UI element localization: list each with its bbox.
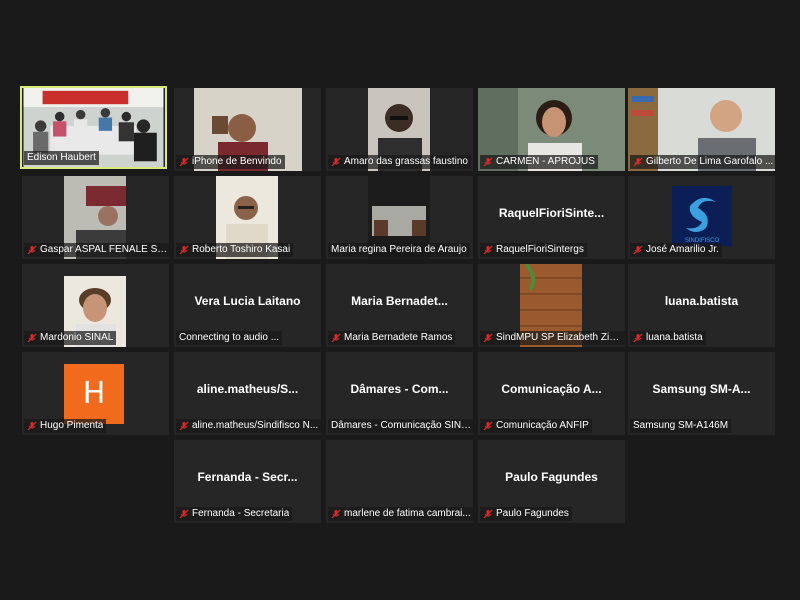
muted-mic-icon — [483, 421, 493, 431]
muted-mic-icon — [483, 157, 493, 167]
participant-name-label: Roberto Toshiro Kasai — [176, 243, 294, 257]
participant-tile[interactable]: H Hugo Pimenta — [22, 352, 169, 435]
participant-tile[interactable]: Maria Bernadet... Maria Bernadete Ramos — [326, 264, 473, 347]
participant-name-label: iPhone de Benvindo — [176, 155, 285, 169]
participant-tile[interactable]: marlene de fatima cambrai... — [326, 440, 473, 523]
participant-display-name: Maria Bernadet... — [351, 294, 448, 308]
muted-mic-icon — [179, 157, 189, 167]
participant-name-label: Edison Haubert — [24, 151, 99, 165]
muted-mic-icon — [27, 421, 37, 431]
participant-tile[interactable]: luana.batista luana.batista — [628, 264, 775, 347]
participant-name-label: Gaspar ASPAL FENALE SIN... — [24, 243, 169, 257]
participant-tile[interactable]: Dâmares - Com... Dâmares - Comunicação S… — [326, 352, 473, 435]
participant-tile[interactable]: SindMPU SP Elizabeth Zim... — [478, 264, 625, 347]
participant-name-label: SindMPU SP Elizabeth Zim... — [480, 331, 625, 345]
participant-name-label: Paulo Fagundes — [480, 507, 572, 521]
participant-tile[interactable]: CARMEN - APROJUS — [478, 88, 625, 171]
participant-name-label: Connecting to audio ... — [176, 331, 283, 345]
participant-name-label: Maria regina Pereira de Araujo — [328, 243, 470, 257]
participant-display-name: Paulo Fagundes — [505, 470, 598, 484]
participant-tile[interactable]: Gaspar ASPAL FENALE SIN... — [22, 176, 169, 259]
participant-name-label: RaquelFioriSintergs — [480, 243, 587, 257]
participant-tile[interactable]: iPhone de Benvindo — [174, 88, 321, 171]
muted-mic-icon — [331, 509, 341, 519]
participant-tile[interactable]: RaquelFioriSinte... RaquelFioriSintergs — [478, 176, 625, 259]
muted-mic-icon — [633, 157, 643, 167]
participant-tile[interactable]: Samsung SM-A... Samsung SM-A146M — [628, 352, 775, 435]
participant-name-label: Samsung SM-A146M — [630, 419, 732, 433]
participant-name-label: Amaro das grassas faustino — [328, 155, 471, 169]
participant-display-name: Fernanda - Secr... — [197, 470, 298, 484]
muted-mic-icon — [179, 421, 189, 431]
participant-tile[interactable]: Gilberto De Lima Garofalo ... — [628, 88, 775, 171]
participant-tile[interactable]: Roberto Toshiro Kasai — [174, 176, 321, 259]
muted-mic-icon — [331, 333, 341, 343]
participant-tile[interactable]: Fernanda - Secr... Fernanda - Secretaria — [174, 440, 321, 523]
muted-mic-icon — [633, 245, 643, 255]
avatar: H — [64, 364, 124, 424]
muted-mic-icon — [27, 245, 37, 255]
participant-tile[interactable]: Edison Haubert — [20, 86, 167, 169]
participant-tile[interactable]: Comunicação A... Comunicação ANFIP — [478, 352, 625, 435]
participant-name-label: luana.batista — [630, 331, 706, 345]
participant-name-label: aline.matheus/Sindifisco N... — [176, 419, 321, 433]
participant-tile[interactable]: SINDIFISCO José Amarilio Jr. — [628, 176, 775, 259]
muted-mic-icon — [633, 333, 643, 343]
participant-name-label: Comunicação ANFIP — [480, 419, 592, 433]
muted-mic-icon — [483, 333, 493, 343]
participant-display-name: Vera Lucia Laitano — [194, 294, 301, 308]
participant-name-label: Mardonio SINAL — [24, 331, 117, 345]
muted-mic-icon — [483, 509, 493, 519]
participant-tile[interactable]: aline.matheus/S... aline.matheus/Sindifi… — [174, 352, 321, 435]
participant-name-label: Maria Bernadete Ramos — [328, 331, 456, 345]
participant-name-label: CARMEN - APROJUS — [480, 155, 598, 169]
participant-name-label: Hugo Pimenta — [24, 419, 107, 433]
participant-display-name: RaquelFioriSinte... — [498, 206, 605, 220]
muted-mic-icon — [27, 333, 37, 343]
participant-tile[interactable]: Vera Lucia Laitano Connecting to audio .… — [174, 264, 321, 347]
participant-name-label: Gilberto De Lima Garofalo ... — [630, 155, 775, 169]
participant-display-name: Dâmares - Com... — [350, 382, 449, 396]
participant-name-label: marlene de fatima cambrai... — [328, 507, 473, 521]
muted-mic-icon — [179, 509, 189, 519]
video-grid: Edison Haubert iPhone de Benvindo Amaro … — [0, 0, 800, 600]
participant-display-name: Samsung SM-A... — [652, 382, 751, 396]
participant-tile[interactable]: Maria regina Pereira de Araujo — [326, 176, 473, 259]
participant-tile[interactable]: Amaro das grassas faustino — [326, 88, 473, 171]
participant-display-name: luana.batista — [664, 294, 739, 308]
participant-name-label: Dâmares - Comunicação SINAIT — [328, 419, 473, 433]
participant-name-label: Fernanda - Secretaria — [176, 507, 293, 521]
participant-display-name: aline.matheus/S... — [196, 382, 299, 396]
participant-tile[interactable]: Mardonio SINAL — [22, 264, 169, 347]
participant-display-name: Comunicação A... — [501, 382, 602, 396]
muted-mic-icon — [331, 157, 341, 167]
participant-name-label: José Amarilio Jr. — [630, 243, 722, 257]
participant-tile[interactable]: Paulo Fagundes Paulo Fagundes — [478, 440, 625, 523]
muted-mic-icon — [179, 245, 189, 255]
muted-mic-icon — [483, 245, 493, 255]
